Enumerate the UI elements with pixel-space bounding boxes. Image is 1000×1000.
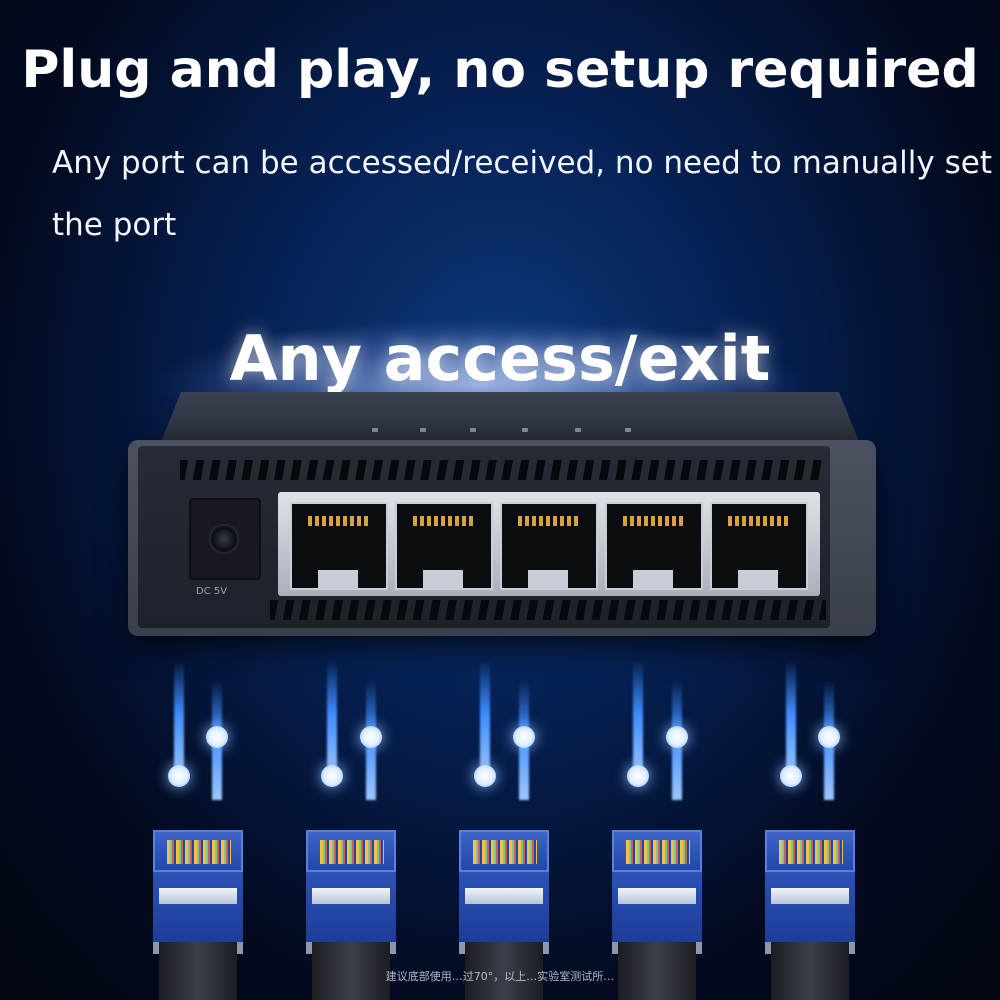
port-pins [728, 516, 788, 526]
port-pins [623, 516, 683, 526]
port-latch [528, 570, 568, 588]
led-indicator [625, 428, 631, 432]
signal-dot [627, 765, 649, 787]
power-label: DC 5V [196, 586, 228, 597]
vent-grille-bottom [270, 600, 826, 620]
plug-band [159, 888, 237, 904]
plug-band [312, 888, 390, 904]
signal-dot [206, 726, 228, 748]
ethernet-port [500, 502, 598, 590]
vent-grille-top [180, 460, 824, 480]
subline: Any port can be accessed/received, no ne… [52, 145, 992, 243]
signal-dot [360, 726, 382, 748]
plug-shield [612, 872, 702, 942]
plug-shield [306, 872, 396, 942]
ethernet-port [710, 502, 808, 590]
plug-band [771, 888, 849, 904]
plug-wires [779, 840, 843, 864]
power-jack [189, 498, 261, 580]
banner-text: Any access/exit [229, 322, 771, 395]
signal-dot [168, 765, 190, 787]
led-indicator [372, 428, 378, 432]
port-latch [633, 570, 673, 588]
plug-wires [167, 840, 231, 864]
plug-head [765, 830, 855, 872]
plug-shield [153, 872, 243, 942]
signal-dot [474, 765, 496, 787]
plug-wires [473, 840, 537, 864]
signal-dot [321, 765, 343, 787]
ethernet-port [395, 502, 493, 590]
signal-beam [633, 660, 643, 780]
port-latch [318, 570, 358, 588]
power-jack-socket [209, 524, 239, 554]
plug-band [618, 888, 696, 904]
led-indicator [420, 428, 426, 432]
switch-top-panel [160, 392, 860, 444]
plug-band [465, 888, 543, 904]
plug-head [612, 830, 702, 872]
plug-wires [320, 840, 384, 864]
led-indicator [575, 428, 581, 432]
plug-head [153, 830, 243, 872]
port-pins [413, 516, 473, 526]
plug-head [459, 830, 549, 872]
ethernet-port [605, 502, 703, 590]
plug-shield [459, 872, 549, 942]
port-latch [738, 570, 778, 588]
plug-head [306, 830, 396, 872]
headline: Plug and play, no setup required [21, 40, 979, 100]
signal-beam [786, 660, 796, 780]
signal-dot [666, 726, 688, 748]
plug-shield [765, 872, 855, 942]
signal-beam [480, 660, 490, 780]
ethernet-port [290, 502, 388, 590]
signal-dot [780, 765, 802, 787]
signal-dot [513, 726, 535, 748]
signal-dot [818, 726, 840, 748]
led-indicator [470, 428, 476, 432]
port-pins [518, 516, 578, 526]
led-indicator [522, 428, 528, 432]
signal-beam [174, 660, 184, 780]
footnote: 建议底部使用…过70°，以上…实验室测试所… [385, 970, 615, 983]
port-latch [423, 570, 463, 588]
plug-wires [626, 840, 690, 864]
port-pins [308, 516, 368, 526]
ethernet-port-panel [278, 492, 820, 596]
signal-beam [327, 660, 337, 780]
